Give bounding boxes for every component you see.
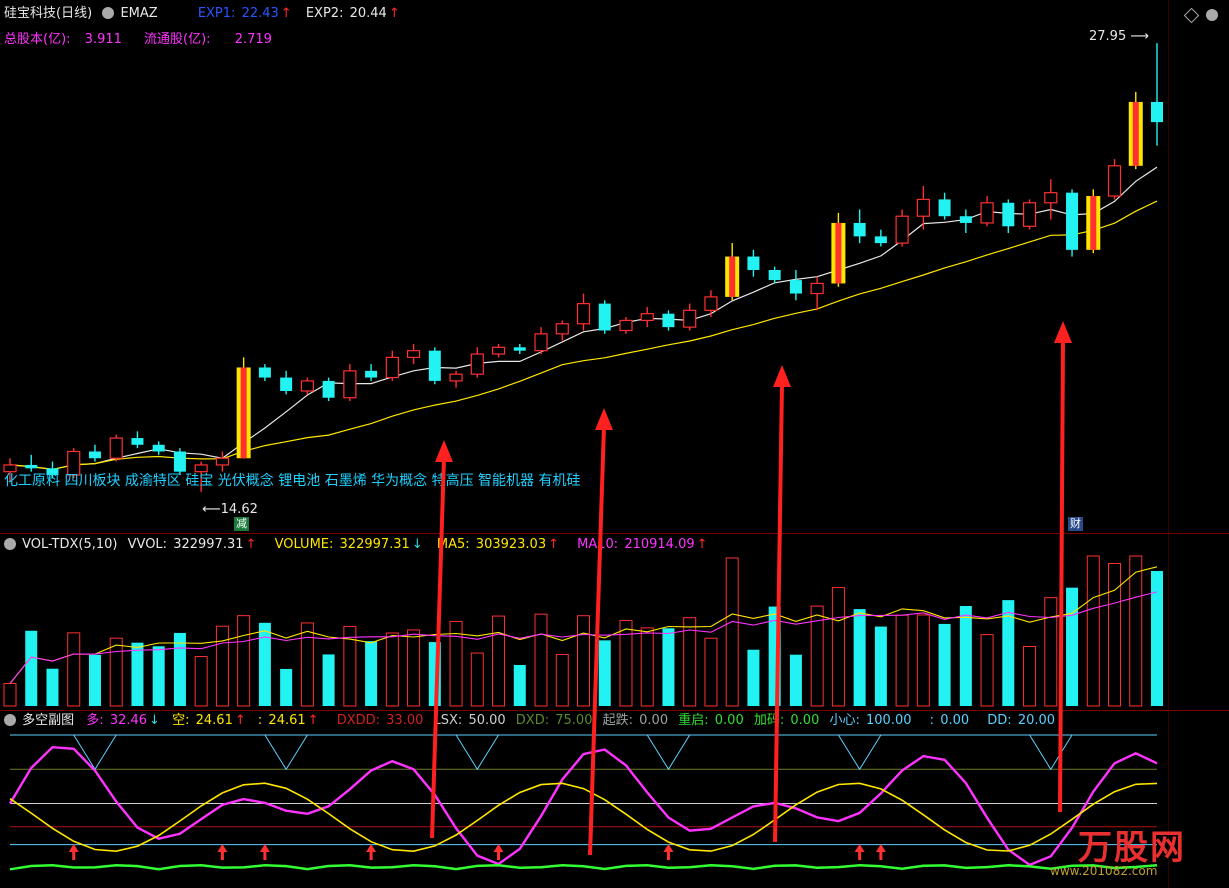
annotation-arrows [430,321,1072,856]
watermark-url: www.201082.com [1050,864,1158,878]
annotation-arrow-shaft [430,457,446,839]
annotation-arrow-head [773,365,791,387]
annotation-arrow-shaft [588,425,606,856]
annotation-arrow-head [1054,321,1072,343]
annotation-arrow-shaft [1058,338,1065,813]
annotation-arrow-head [435,440,453,462]
annotation-arrow-head [595,408,613,430]
watermark-logo: 万股网 www.201082.com [1010,820,1210,884]
watermark-text: 万股网 [1078,828,1186,868]
annotation-arrow-shaft [773,382,784,843]
